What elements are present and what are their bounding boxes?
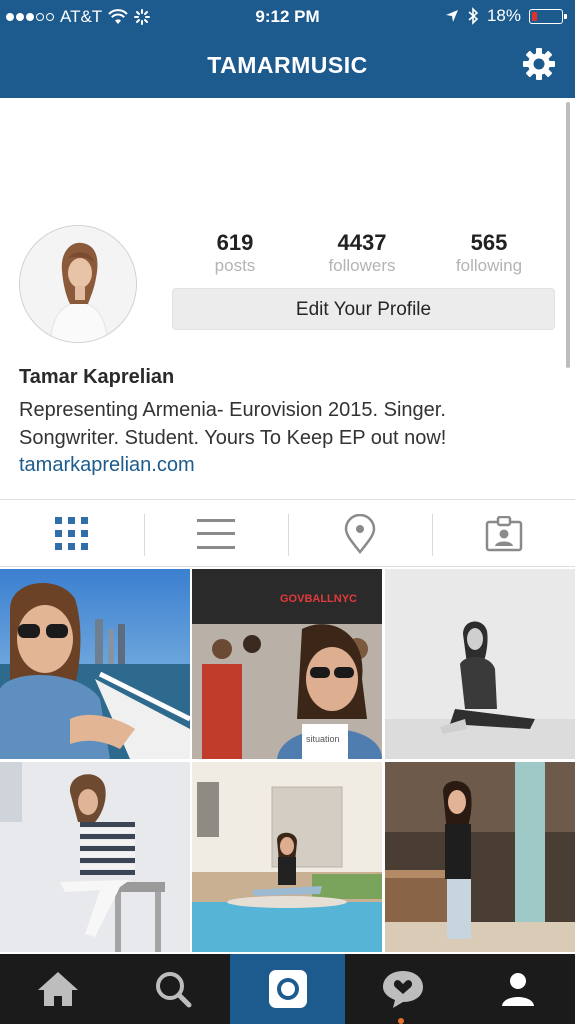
profile-avatar[interactable] xyxy=(19,225,137,343)
settings-gear-icon[interactable] xyxy=(521,46,557,82)
activity-notification-dot xyxy=(398,1018,404,1024)
activity-heart-bubble-icon xyxy=(382,971,423,1008)
profile-person-icon xyxy=(501,973,534,1006)
status-right: 18% xyxy=(445,6,567,26)
photo-festival-stage[interactable]: GOVBALLNYC situation xyxy=(192,569,382,759)
list-icon xyxy=(197,519,235,549)
top-bar: AT&T 9:12 PM 18% TAMARMUSIC xyxy=(0,0,575,98)
tab-location-view[interactable] xyxy=(288,500,432,568)
bio-line-1: Representing Armenia- Eurovision 2015. S… xyxy=(19,399,446,421)
followers-count: 4437 xyxy=(337,230,387,255)
camera-icon xyxy=(268,970,307,1008)
battery-percent: 18% xyxy=(486,6,521,25)
profile-bio: Representing Armenia- Eurovision 2015. S… xyxy=(19,396,559,452)
posts-stat[interactable]: 619 posts xyxy=(175,230,295,276)
profile-username-title: TAMARMUSIC xyxy=(207,52,368,78)
following-label: following xyxy=(455,256,523,275)
photo-patio-pose[interactable] xyxy=(385,762,575,952)
profile-website-link[interactable]: tamarkaprelian.com xyxy=(19,454,195,477)
followers-stat[interactable]: 4437 followers xyxy=(302,230,422,276)
tagged-person-icon xyxy=(485,516,523,552)
status-bar: AT&T 9:12 PM 18% xyxy=(0,0,575,34)
photo-boat-sunglasses[interactable] xyxy=(0,569,190,759)
grid-icon xyxy=(55,517,88,550)
photo-grid: GOVBALLNYC situation xyxy=(0,569,575,954)
edit-profile-button[interactable]: Edit Your Profile xyxy=(172,288,555,330)
bottom-navigation xyxy=(0,954,575,1024)
tab-grid-view[interactable] xyxy=(0,500,144,568)
profile-full-name: Tamar Kaprelian xyxy=(19,366,175,388)
search-icon xyxy=(155,972,191,1008)
following-count: 565 xyxy=(470,230,508,255)
profile-view-tabs xyxy=(0,499,575,567)
posts-label: posts xyxy=(214,256,256,275)
photo-stool-stripes[interactable] xyxy=(0,762,190,952)
tab-tagged-view[interactable] xyxy=(432,500,575,568)
stage-banner-text: GOVBALLNYC xyxy=(280,593,357,605)
nav-home[interactable] xyxy=(0,954,115,1024)
home-icon xyxy=(37,972,78,1006)
following-stat[interactable]: 565 following xyxy=(429,230,549,276)
nav-activity[interactable] xyxy=(345,954,460,1024)
bio-line-2: Songwriter. Student. Yours To Keep EP ou… xyxy=(19,427,447,449)
photo-pool-house[interactable] xyxy=(192,762,382,952)
location-pin-icon xyxy=(344,514,376,554)
followers-label: followers xyxy=(328,256,396,275)
posts-count: 619 xyxy=(216,230,254,255)
bluetooth-icon xyxy=(468,7,479,25)
photo-bw-sitting[interactable] xyxy=(385,569,575,759)
scrollbar[interactable] xyxy=(566,102,570,368)
battery-icon xyxy=(529,8,567,24)
nav-camera[interactable] xyxy=(230,954,345,1024)
cup-text: situation xyxy=(306,734,340,744)
location-arrow-icon xyxy=(445,10,458,22)
nav-profile[interactable] xyxy=(460,954,575,1024)
tab-list-view[interactable] xyxy=(144,500,288,568)
nav-search[interactable] xyxy=(115,954,230,1024)
